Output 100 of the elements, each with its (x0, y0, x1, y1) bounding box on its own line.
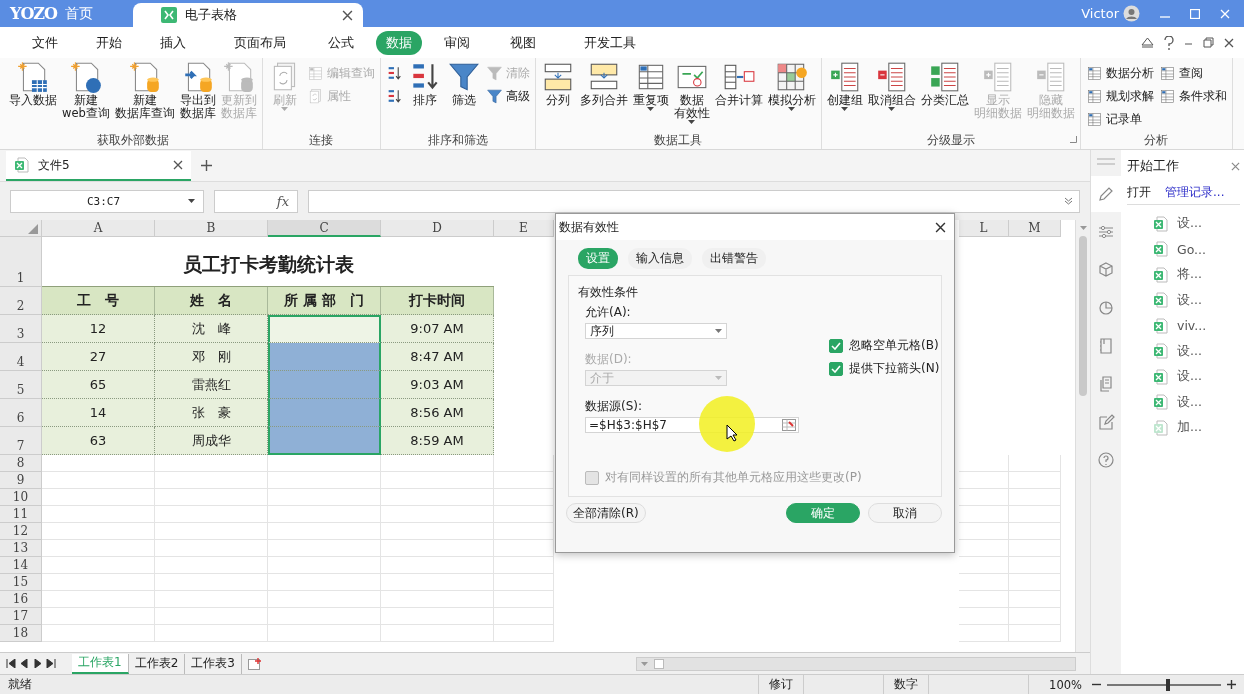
recent-file[interactable]: 设... (1127, 389, 1240, 415)
row-header[interactable]: 7 (0, 427, 42, 455)
ribbon-button[interactable]: 分列 (538, 60, 577, 107)
row-header[interactable]: 3 (0, 315, 42, 343)
empty-cell[interactable] (1009, 455, 1061, 472)
ribbon-button[interactable]: 分类汇总 (918, 60, 971, 107)
empty-cell[interactable] (1009, 591, 1061, 608)
menu-tab[interactable]: 文件 (22, 30, 68, 55)
close-icon[interactable] (173, 160, 183, 170)
empty-cell[interactable] (268, 506, 381, 523)
empty-cell[interactable] (959, 489, 1009, 506)
column-header[interactable]: D (381, 220, 494, 237)
allow-select[interactable]: 序列 (585, 323, 727, 339)
cancel-button[interactable]: 取消 (868, 503, 942, 523)
empty-cell[interactable] (1009, 608, 1061, 625)
menu-tab[interactable]: 开发工具 (574, 30, 646, 55)
empty-cell[interactable] (494, 557, 554, 574)
menu-icon[interactable] (1097, 158, 1115, 166)
empty-cell[interactable] (268, 455, 381, 472)
file-tab[interactable]: 文件5 (6, 151, 191, 181)
notebook-icon[interactable] (1097, 337, 1115, 355)
empty-cell[interactable] (268, 557, 381, 574)
empty-cell[interactable] (155, 557, 268, 574)
empty-cell[interactable] (155, 506, 268, 523)
expand-icon[interactable] (1064, 197, 1073, 205)
empty-cell[interactable] (381, 455, 494, 472)
collapse-ribbon-icon[interactable] (1141, 37, 1154, 48)
recent-file[interactable]: 设... (1127, 338, 1240, 364)
sheet-tab[interactable]: 工作表2 (128, 653, 186, 674)
row-header[interactable]: 4 (0, 343, 42, 371)
empty-cell[interactable] (381, 506, 494, 523)
copy-icon[interactable] (1097, 375, 1115, 393)
row-header[interactable]: 11 (0, 506, 42, 523)
row-header[interactable]: 16 (0, 591, 42, 608)
column-header[interactable]: L (959, 220, 1009, 237)
empty-cell[interactable] (381, 574, 494, 591)
selected-cell[interactable] (268, 343, 381, 371)
ribbon-button[interactable]: 规划求解 (1085, 87, 1154, 106)
empty-cell[interactable] (268, 472, 381, 489)
recent-file[interactable]: 设... (1127, 287, 1240, 313)
ribbon-button[interactable]: 新建 web查询 (60, 60, 112, 120)
row-header[interactable]: 9 (0, 472, 42, 489)
menu-tab[interactable]: 视图 (500, 30, 546, 55)
scrollbar-thumb[interactable] (1079, 236, 1087, 396)
menu-tab[interactable]: 公式 (318, 30, 364, 55)
row-header[interactable]: 1 (0, 237, 42, 287)
scrollbar-thumb[interactable] (654, 658, 664, 669)
empty-cell[interactable] (381, 625, 494, 642)
close-icon[interactable] (935, 221, 946, 233)
ribbon-button[interactable]: 条件求和 (1158, 87, 1227, 106)
add-tab-icon[interactable] (201, 160, 212, 171)
row-header[interactable]: 14 (0, 557, 42, 574)
maximize-icon[interactable] (1190, 8, 1200, 19)
row-header[interactable]: 6 (0, 399, 42, 427)
vertical-scrollbar[interactable] (1075, 220, 1090, 652)
recent-file[interactable]: viv... (1127, 313, 1240, 339)
empty-cell[interactable] (959, 540, 1009, 557)
zoom-in-icon[interactable] (1227, 680, 1236, 689)
ribbon-button[interactable]: 模拟分析 (765, 60, 818, 111)
selected-cell[interactable] (268, 315, 381, 343)
clear-all-button[interactable]: 全部清除(R) (566, 503, 646, 523)
horizontal-scrollbar[interactable] (636, 656, 1076, 671)
ribbon-button[interactable]: 导出到 数据库 (177, 60, 218, 120)
empty-cell[interactable] (155, 489, 268, 506)
recent-file[interactable]: Go... (1127, 236, 1240, 262)
ribbon-button[interactable]: 高级 (485, 87, 530, 106)
empty-cell[interactable] (959, 472, 1009, 489)
empty-cell[interactable] (959, 608, 1009, 625)
empty-cell[interactable] (959, 557, 1009, 574)
empty-cell[interactable] (155, 608, 268, 625)
selected-cell[interactable] (268, 399, 381, 427)
dialog-launcher-icon[interactable] (1069, 136, 1077, 143)
empty-cell[interactable] (268, 540, 381, 557)
edit-icon[interactable] (1097, 413, 1115, 431)
empty-cell[interactable] (494, 574, 554, 591)
dialog-tab[interactable]: 出错警告 (702, 248, 766, 269)
empty-cell[interactable] (155, 523, 268, 540)
menu-tab[interactable]: 开始 (86, 30, 132, 55)
empty-cell[interactable] (1009, 540, 1061, 557)
empty-cell[interactable] (155, 591, 268, 608)
empty-cell[interactable] (381, 608, 494, 625)
name-box[interactable]: C3:C7 (10, 189, 204, 213)
empty-cell[interactable] (959, 591, 1009, 608)
empty-cell[interactable] (494, 472, 554, 489)
sheet-tab[interactable]: 工作表3 (185, 653, 242, 674)
empty-cell[interactable] (155, 625, 268, 642)
add-sheet-icon[interactable] (247, 657, 262, 670)
empty-cell[interactable] (494, 540, 554, 557)
row-header[interactable]: 5 (0, 371, 42, 399)
restore-icon[interactable] (1203, 37, 1214, 48)
document-tab[interactable]: 电子表格 (133, 3, 363, 27)
empty-cell[interactable] (494, 455, 554, 472)
empty-cell[interactable] (268, 608, 381, 625)
empty-cell[interactable] (155, 540, 268, 557)
ribbon-button[interactable]: 重复项 (630, 60, 671, 111)
empty-cell[interactable] (494, 591, 554, 608)
empty-cell[interactable] (494, 523, 554, 540)
formula-field[interactable] (308, 189, 1080, 213)
ribbon-button[interactable]: 记录单 (1085, 110, 1154, 129)
empty-cell[interactable] (268, 489, 381, 506)
